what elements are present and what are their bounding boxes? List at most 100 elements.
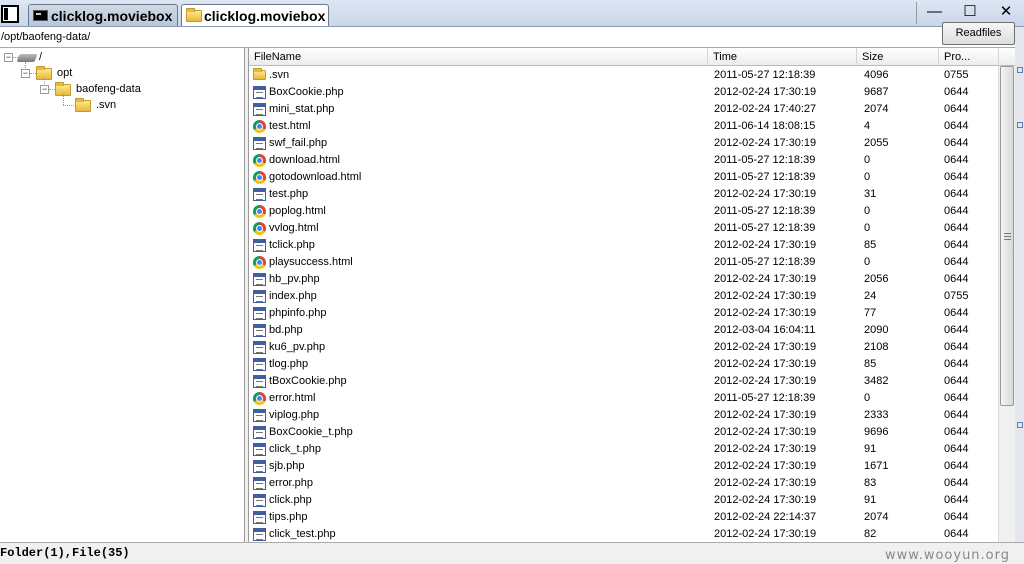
file-name: click.php	[269, 494, 312, 506]
file-name-cell[interactable]: click_test.php	[252, 526, 702, 543]
file-row[interactable]: click_t.php 2012-02-24 17:30:19 91 0644	[249, 441, 999, 458]
html-file-icon	[253, 171, 266, 184]
file-name-cell[interactable]: mini_stat.php	[252, 101, 702, 118]
file-name-cell[interactable]: gotodownload.html	[252, 169, 702, 186]
file-row[interactable]: mini_stat.php 2012-02-24 17:40:27 2074 0644	[249, 101, 999, 118]
file-row[interactable]: .svn 2011-05-27 12:18:39 4096 0755	[249, 67, 999, 84]
file-row[interactable]: click_test.php 2012-02-24 17:30:19 82 0644	[249, 526, 999, 543]
file-name-cell[interactable]: vvlog.html	[252, 220, 702, 237]
status-bar: Folder(1),File(35) www.wooyun.org	[0, 542, 1024, 564]
file-row[interactable]: index.php 2012-02-24 17:30:19 24 0755	[249, 288, 999, 305]
file-row[interactable]: hb_pv.php 2012-02-24 17:30:19 2056 0644	[249, 271, 999, 288]
directory-tree: − / − opt − baofeng-data .svn	[0, 48, 245, 542]
file-name-cell[interactable]: download.html	[252, 152, 702, 169]
maximize-button[interactable]: ☐	[952, 2, 988, 24]
column-header-time[interactable]: Time	[708, 48, 857, 66]
file-name-cell[interactable]: bd.php	[252, 322, 702, 339]
readfiles-button[interactable]: Readfiles	[942, 22, 1015, 45]
tree-node-svn[interactable]: .svn	[96, 97, 116, 113]
file-name-cell[interactable]: click.php	[252, 492, 702, 509]
file-name-cell[interactable]: test.php	[252, 186, 702, 203]
column-header-size[interactable]: Size	[857, 48, 939, 66]
file-name-cell[interactable]: index.php	[252, 288, 702, 305]
file-name-cell[interactable]: swf_fail.php	[252, 135, 702, 152]
expand-toggle[interactable]: −	[21, 69, 30, 78]
tree-node-root[interactable]: /	[39, 49, 42, 65]
file-row[interactable]: tclick.php 2012-02-24 17:30:19 85 0644	[249, 237, 999, 254]
php-file-icon	[253, 239, 266, 252]
file-name-cell[interactable]: BoxCookie_t.php	[252, 424, 702, 441]
file-permissions: 0644	[944, 358, 969, 370]
file-name-cell[interactable]: error.html	[252, 390, 702, 407]
file-name-cell[interactable]: phpinfo.php	[252, 305, 702, 322]
tab-clicklog-filemanager[interactable]: clicklog.moviebox	[181, 4, 329, 26]
html-file-icon	[253, 392, 266, 405]
php-file-icon	[253, 426, 266, 439]
file-row[interactable]: vvlog.html 2011-05-27 12:18:39 0 0644	[249, 220, 999, 237]
file-row[interactable]: tips.php 2012-02-24 22:14:37 2074 0644	[249, 509, 999, 526]
file-name: hb_pv.php	[269, 273, 320, 285]
file-row[interactable]: download.html 2011-05-27 12:18:39 0 0644	[249, 152, 999, 169]
scrollbar-thumb[interactable]	[1000, 66, 1014, 406]
file-row[interactable]: error.php 2012-02-24 17:30:19 83 0644	[249, 475, 999, 492]
file-row[interactable]: playsuccess.html 2011-05-27 12:18:39 0 0644	[249, 254, 999, 271]
minimize-button[interactable]: —	[916, 2, 952, 24]
file-row[interactable]: click.php 2012-02-24 17:30:19 91 0644	[249, 492, 999, 509]
file-permissions: 0644	[944, 103, 969, 115]
file-name-cell[interactable]: tips.php	[252, 509, 702, 526]
php-file-icon	[253, 324, 266, 337]
file-name-cell[interactable]: viplog.php	[252, 407, 702, 424]
window-icon	[1017, 67, 1023, 73]
file-row[interactable]: gotodownload.html 2011-05-27 12:18:39 0 064…	[249, 169, 999, 186]
file-name-cell[interactable]: click_t.php	[252, 441, 702, 458]
drive-icon	[16, 54, 38, 62]
file-permissions: 0644	[944, 324, 969, 336]
file-name-cell[interactable]: tlog.php	[252, 356, 702, 373]
column-header-permissions[interactable]: Pro...	[939, 48, 999, 66]
file-name-cell[interactable]: tclick.php	[252, 237, 702, 254]
app-menu-icon[interactable]	[1, 5, 19, 23]
expand-toggle[interactable]: −	[4, 53, 13, 62]
file-row[interactable]: poplog.html 2011-05-27 12:18:39 0 0644	[249, 203, 999, 220]
file-row[interactable]: phpinfo.php 2012-02-24 17:30:19 77 0644	[249, 305, 999, 322]
file-name-cell[interactable]: error.php	[252, 475, 702, 492]
file-row[interactable]: error.html 2011-05-27 12:18:39 0 0644	[249, 390, 999, 407]
file-name-cell[interactable]: tBoxCookie.php	[252, 373, 702, 390]
tab-clicklog-terminal[interactable]: clicklog.moviebox	[28, 4, 178, 26]
path-input[interactable]	[0, 28, 940, 46]
file-name-cell[interactable]: sjb.php	[252, 458, 702, 475]
file-name-cell[interactable]: BoxCookie.php	[252, 84, 702, 101]
file-row[interactable]: sjb.php 2012-02-24 17:30:19 1671 0644	[249, 458, 999, 475]
file-row[interactable]: BoxCookie.php 2012-02-24 17:30:19 9687 0644	[249, 84, 999, 101]
tree-node-baofeng-data[interactable]: baofeng-data	[76, 81, 141, 97]
file-time: 2012-02-24 17:30:19	[714, 341, 817, 353]
php-file-icon	[253, 409, 266, 422]
file-row[interactable]: ku6_pv.php 2012-02-24 17:30:19 2108 0644	[249, 339, 999, 356]
php-file-icon	[253, 358, 266, 371]
file-list: FileName Time Size Pro... .svn 2011-05-27…	[248, 48, 1016, 543]
file-name-cell[interactable]: playsuccess.html	[252, 254, 702, 271]
file-list-header: FileName Time Size Pro...	[249, 48, 1016, 66]
file-row[interactable]: viplog.php 2012-02-24 17:30:19 2333 0644	[249, 407, 999, 424]
close-button[interactable]: ✕	[988, 2, 1024, 24]
file-row[interactable]: test.php 2012-02-24 17:30:19 31 0644	[249, 186, 999, 203]
file-row[interactable]: bd.php 2012-03-04 16:04:11 2090 0644	[249, 322, 999, 339]
file-row[interactable]: swf_fail.php 2012-02-24 17:30:19 2055 0644	[249, 135, 999, 152]
file-name-cell[interactable]: test.html	[252, 118, 702, 135]
expand-toggle[interactable]: −	[40, 85, 49, 94]
file-row[interactable]: tlog.php 2012-02-24 17:30:19 85 0644	[249, 356, 999, 373]
file-permissions: 0644	[944, 222, 969, 234]
file-size: 0	[864, 222, 871, 234]
file-row[interactable]: test.html 2011-06-14 18:08:15 4 0644	[249, 118, 999, 135]
file-name: viplog.php	[269, 409, 320, 421]
html-file-icon	[253, 120, 266, 133]
tree-node-opt[interactable]: opt	[57, 65, 72, 81]
file-row[interactable]: tBoxCookie.php 2012-02-24 17:30:19 3482 064…	[249, 373, 999, 390]
vertical-scrollbar[interactable]	[998, 66, 1015, 542]
file-name-cell[interactable]: .svn	[252, 67, 702, 84]
file-row[interactable]: BoxCookie_t.php 2012-02-24 17:30:19 9696 06…	[249, 424, 999, 441]
column-header-filename[interactable]: FileName	[249, 48, 708, 66]
file-name-cell[interactable]: hb_pv.php	[252, 271, 702, 288]
file-name-cell[interactable]: ku6_pv.php	[252, 339, 702, 356]
file-name-cell[interactable]: poplog.html	[252, 203, 702, 220]
